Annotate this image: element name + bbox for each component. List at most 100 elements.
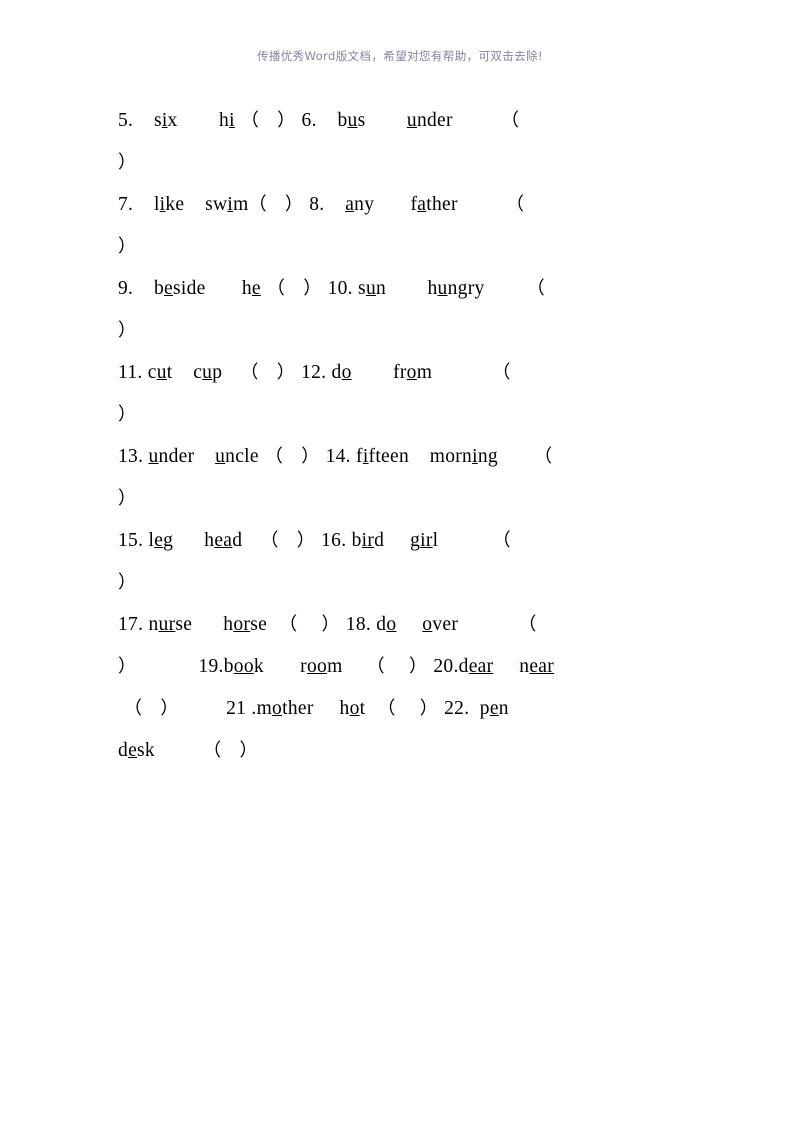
underlined-vowel: ur <box>158 614 176 635</box>
word-prefix: h <box>427 278 438 299</box>
answer-bracket[interactable]: （ <box>485 278 545 299</box>
word-suffix: m <box>416 362 433 383</box>
answer-bracket[interactable]: ） <box>118 236 136 257</box>
word-suffix: ngry <box>447 278 485 299</box>
item-number: 15. <box>118 530 144 551</box>
answer-bracket[interactable]: （ ） <box>267 614 346 635</box>
underlined-vowel: ea <box>214 530 233 551</box>
word-prefix: h <box>339 698 350 719</box>
answer-bracket[interactable]: ） <box>118 572 136 593</box>
exercise-word: bird <box>352 530 385 551</box>
underlined-vowel: u <box>347 110 358 131</box>
exercise-word: he <box>242 278 261 299</box>
answer-bracket[interactable]: （ ） <box>249 194 310 215</box>
word-suffix: p <box>212 362 223 383</box>
answer-bracket[interactable]: （ <box>453 110 519 131</box>
word-prefix: b <box>351 530 362 551</box>
word-suffix: g <box>163 530 174 551</box>
answer-bracket[interactable]: （ ） <box>235 110 302 131</box>
word-prefix: c <box>147 362 157 383</box>
answer-bracket[interactable]: （ <box>458 194 524 215</box>
answer-bracket[interactable]: （ ） <box>222 362 301 383</box>
answer-bracket[interactable]: （ ） <box>261 278 328 299</box>
answer-bracket[interactable]: （ <box>458 614 537 635</box>
item-number: 13. <box>118 446 144 467</box>
word-prefix: h <box>204 530 215 551</box>
answer-bracket[interactable]: ） <box>118 656 136 677</box>
word-prefix: fr <box>393 362 407 383</box>
item-number: 6. <box>301 110 317 131</box>
answer-bracket[interactable]: ） <box>118 488 136 509</box>
answer-bracket[interactable]: （ <box>498 446 552 467</box>
underlined-vowel: ear <box>529 656 555 677</box>
underlined-vowel: u <box>365 278 376 299</box>
exercise-word: do <box>376 614 396 635</box>
word-prefix: h <box>219 110 230 131</box>
exercise-line: 5. six hi （ ） 6. bus under （ <box>118 100 680 142</box>
word-prefix: d <box>458 656 469 677</box>
word-prefix: h <box>223 614 234 635</box>
answer-bracket[interactable]: （ ） <box>118 698 185 719</box>
answer-bracket[interactable]: （ ） <box>259 446 326 467</box>
exercise-word: book <box>224 656 264 677</box>
exercise-word: six <box>154 110 178 131</box>
underlined-vowel: or <box>233 614 251 635</box>
exercise-line: 15. leg head （ ） 16. bird girl （ <box>118 520 680 562</box>
underlined-vowel: u <box>406 110 417 131</box>
word-suffix: nder <box>158 446 195 467</box>
exercise-line: ） <box>118 310 680 352</box>
underlined-vowel: u <box>156 362 167 383</box>
word-suffix: ng <box>477 446 498 467</box>
exercise-word: beside <box>154 278 206 299</box>
answer-bracket[interactable]: ） <box>118 152 136 173</box>
item-number: 17. <box>118 614 144 635</box>
item-number: 11. <box>118 362 143 383</box>
exercise-line: ） <box>118 562 680 604</box>
word-suffix: se <box>250 614 268 635</box>
item-number: 10. <box>327 278 353 299</box>
answer-bracket[interactable]: ） <box>118 320 136 341</box>
word-prefix: s <box>153 110 162 131</box>
exercise-line: ） <box>118 478 680 520</box>
word-suffix: m <box>233 194 249 215</box>
exercise-word: sun <box>358 278 386 299</box>
exercise-word: bus <box>337 110 365 131</box>
exercise-line: ） <box>118 226 680 268</box>
answer-bracket[interactable]: （ ） <box>365 698 444 719</box>
item-number: 5. <box>118 110 134 131</box>
answer-bracket[interactable]: （ <box>432 362 511 383</box>
word-prefix: d <box>118 740 129 761</box>
exercise-word: from <box>393 362 432 383</box>
answer-bracket[interactable]: （ <box>438 530 511 551</box>
word-prefix: g <box>410 530 421 551</box>
word-suffix: ny <box>354 194 375 215</box>
exercise-word: room <box>300 656 342 677</box>
underlined-vowel: o <box>272 698 283 719</box>
exercise-word: girl <box>410 530 438 551</box>
item-number: 20. <box>433 656 459 677</box>
word-prefix: d <box>376 614 387 635</box>
item-number: 16. <box>321 530 347 551</box>
word-suffix: d <box>232 530 243 551</box>
answer-bracket[interactable]: ） <box>118 404 136 425</box>
answer-bracket[interactable]: （ ） <box>242 530 321 551</box>
exercise-word: desk <box>118 740 155 761</box>
exercise-line: ） 19.book room （ ） 20.dear near <box>118 646 680 688</box>
answer-bracket[interactable]: （ ） <box>155 740 258 761</box>
word-prefix: morn <box>429 446 473 467</box>
exercise-word: uncle <box>215 446 259 467</box>
answer-bracket[interactable]: （ ） <box>343 656 434 677</box>
underlined-vowel: e <box>251 278 261 299</box>
exercise-line: desk （ ） <box>118 730 680 772</box>
exercise-word: over <box>422 614 458 635</box>
